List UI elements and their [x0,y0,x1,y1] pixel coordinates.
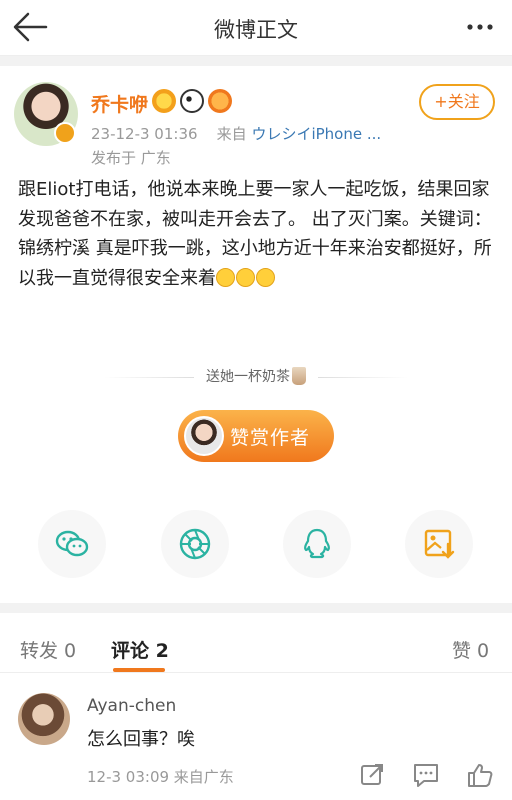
divider-line [104,376,194,378]
source-prefix: 来自 [216,125,247,143]
share-qq-button[interactable] [283,510,351,578]
comment-like-icon[interactable] [466,762,494,788]
post-location: 发布于 广东 [91,149,171,167]
comment-repost-icon[interactable] [358,762,386,788]
share-row [0,510,512,582]
wechat-icon [55,530,89,557]
follow-button[interactable]: +关注 [419,84,495,120]
section-divider [0,603,512,613]
share-wechat-button[interactable] [38,510,106,578]
tab-like[interactable]: 赞 0 [452,636,489,663]
post-content: 跟Eliot打电话，他说本来晚上要一家人一起吃饭，结果回家发现爸爸不在家，被叫走… [18,175,498,293]
comment-username[interactable]: Ayan-chen [87,696,176,716]
qq-icon [304,528,330,559]
milk-tea-icon [292,367,306,385]
grimace-face-emoji [236,267,255,287]
top-nav-bar: 微博正文 [0,0,512,56]
fish-badge-icon[interactable] [208,89,232,113]
page-title: 微博正文 [214,18,298,42]
section-divider [0,56,512,66]
author-badges [152,89,232,113]
tab-comment[interactable]: 评论 2 [111,636,169,663]
crown-badge-icon[interactable] [152,89,176,113]
comment-avatar[interactable] [18,693,70,745]
panda-badge-icon[interactable] [180,89,204,113]
divider-line [318,376,408,378]
tip-prompt: 送她一杯奶茶 [0,366,512,386]
grimace-face-emoji [216,267,235,287]
post-meta: 23-12-3 01:36 来自 ウレシイiPhone ... [91,123,381,144]
post-source-link[interactable]: ウレシイiPhone ... [251,125,381,143]
comment-reply-icon[interactable] [412,762,440,788]
emoji-group [216,267,276,289]
interaction-tabs: 转发 0 评论 2 赞 0 [0,613,512,673]
tip-author-button[interactable]: 赞赏作者 [178,410,334,462]
comment-meta: 12-3 03:09 来自广东 [87,768,234,786]
verified-badge-icon [54,122,76,144]
active-tab-indicator [113,668,165,672]
save-image-icon [424,529,455,559]
post-timestamp: 23-12-3 01:36 [91,125,198,143]
save-image-button[interactable] [405,510,473,578]
moments-icon [179,528,211,560]
share-moments-button[interactable] [161,510,229,578]
tip-prompt-text: 送她一杯奶茶 [206,369,290,385]
more-options-icon[interactable] [460,10,500,44]
comment-text: 怎么回事？唉 [87,729,195,750]
tip-avatar [184,416,224,456]
tab-repost[interactable]: 转发 0 [20,636,76,663]
grimace-face-emoji [256,267,275,287]
author-name[interactable]: 乔卡咿 [91,90,148,117]
tip-author-label: 赞赏作者 [230,427,311,449]
